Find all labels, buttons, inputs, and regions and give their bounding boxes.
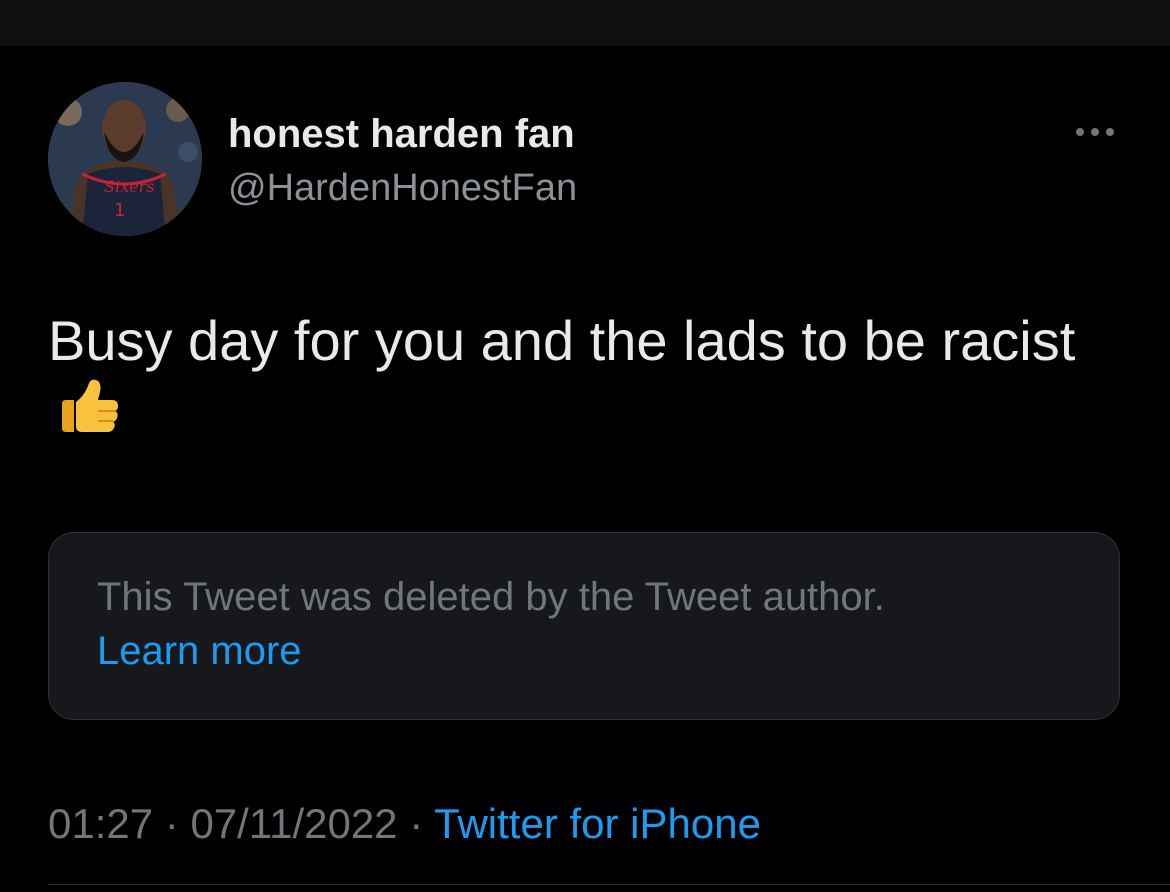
avatar-jersey-number: 1 (114, 200, 125, 221)
deleted-tweet-card: This Tweet was deleted by the Tweet auth… (48, 532, 1120, 720)
divider (48, 884, 1170, 885)
tweet-body: Busy day for you and the lads to be raci… (48, 309, 1076, 372)
avatar[interactable]: Sixers 1 (48, 82, 202, 236)
meta-separator: · (409, 800, 424, 847)
avatar-image: Sixers 1 (48, 82, 202, 236)
meta-separator: · (164, 800, 179, 847)
tweet-text: Busy day for you and the lads to be raci… (48, 308, 1128, 440)
author-handle[interactable]: @HardenHonestFan (228, 167, 577, 210)
tweet-time[interactable]: 01:27 (48, 800, 153, 847)
thumbs-up-icon (58, 374, 122, 438)
tweet-meta: 01:27 · 07/11/2022 · Twitter for iPhone (48, 800, 761, 848)
avatar-jersey-text: Sixers (104, 177, 154, 196)
ellipsis-icon[interactable] (1072, 120, 1118, 144)
top-bar (0, 0, 1170, 46)
tweet-source-link[interactable]: Twitter for iPhone (434, 800, 761, 847)
tweet-date[interactable]: 07/11/2022 (190, 800, 397, 847)
deleted-tweet-notice: This Tweet was deleted by the Tweet auth… (97, 575, 885, 619)
learn-more-link[interactable]: Learn more (97, 629, 302, 674)
author-display-name[interactable]: honest harden fan (228, 112, 575, 157)
